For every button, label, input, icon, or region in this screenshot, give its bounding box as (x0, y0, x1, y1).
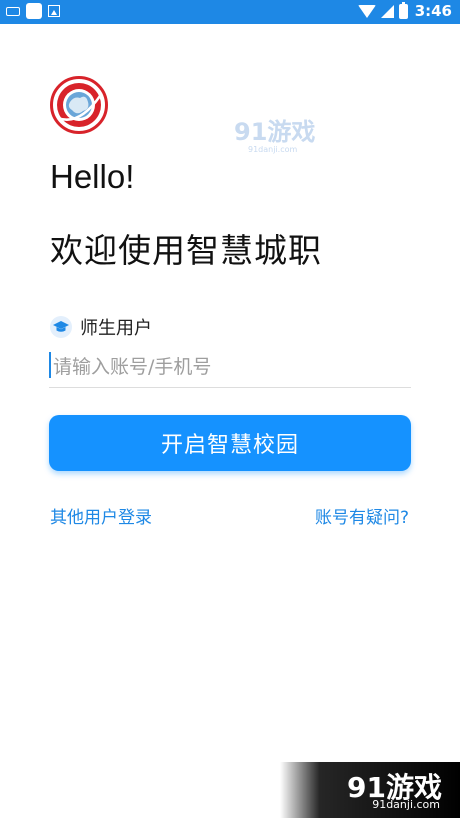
watermark-banner: 91游戏 91danji.com (280, 762, 460, 818)
status-bar: 3:46 (0, 0, 460, 24)
app-square-icon (26, 3, 42, 19)
school-logo (50, 76, 108, 134)
status-bar-left (6, 3, 60, 19)
keyboard-icon (6, 6, 20, 16)
account-input[interactable] (49, 346, 411, 388)
watermark-site: 91danji.com (372, 798, 440, 811)
status-bar-right: 3:46 (357, 1, 452, 20)
user-type-label: 师生用户 (80, 318, 152, 339)
svg-text:91游戏: 91游戏 (234, 118, 315, 146)
svg-text:91danji.com: 91danji.com (248, 145, 298, 154)
user-type-row: 师生用户 (50, 314, 152, 340)
start-smart-campus-button[interactable]: 开启智慧校园 (49, 415, 411, 471)
watermark-logo: 91游戏 91danji.com (234, 118, 315, 154)
battery-icon (398, 1, 408, 19)
image-icon (48, 5, 60, 17)
text-cursor (49, 352, 51, 378)
graduation-cap-icon (50, 316, 72, 338)
hello-heading: Hello! (50, 158, 135, 195)
account-help-link[interactable]: 账号有疑问? (315, 503, 409, 528)
welcome-heading: 欢迎使用智慧城职 (50, 231, 322, 270)
wifi-icon (357, 4, 376, 18)
status-time: 3:46 (414, 2, 452, 20)
other-user-login-link[interactable]: 其他用户登录 (50, 503, 152, 528)
signal-icon (380, 4, 394, 18)
